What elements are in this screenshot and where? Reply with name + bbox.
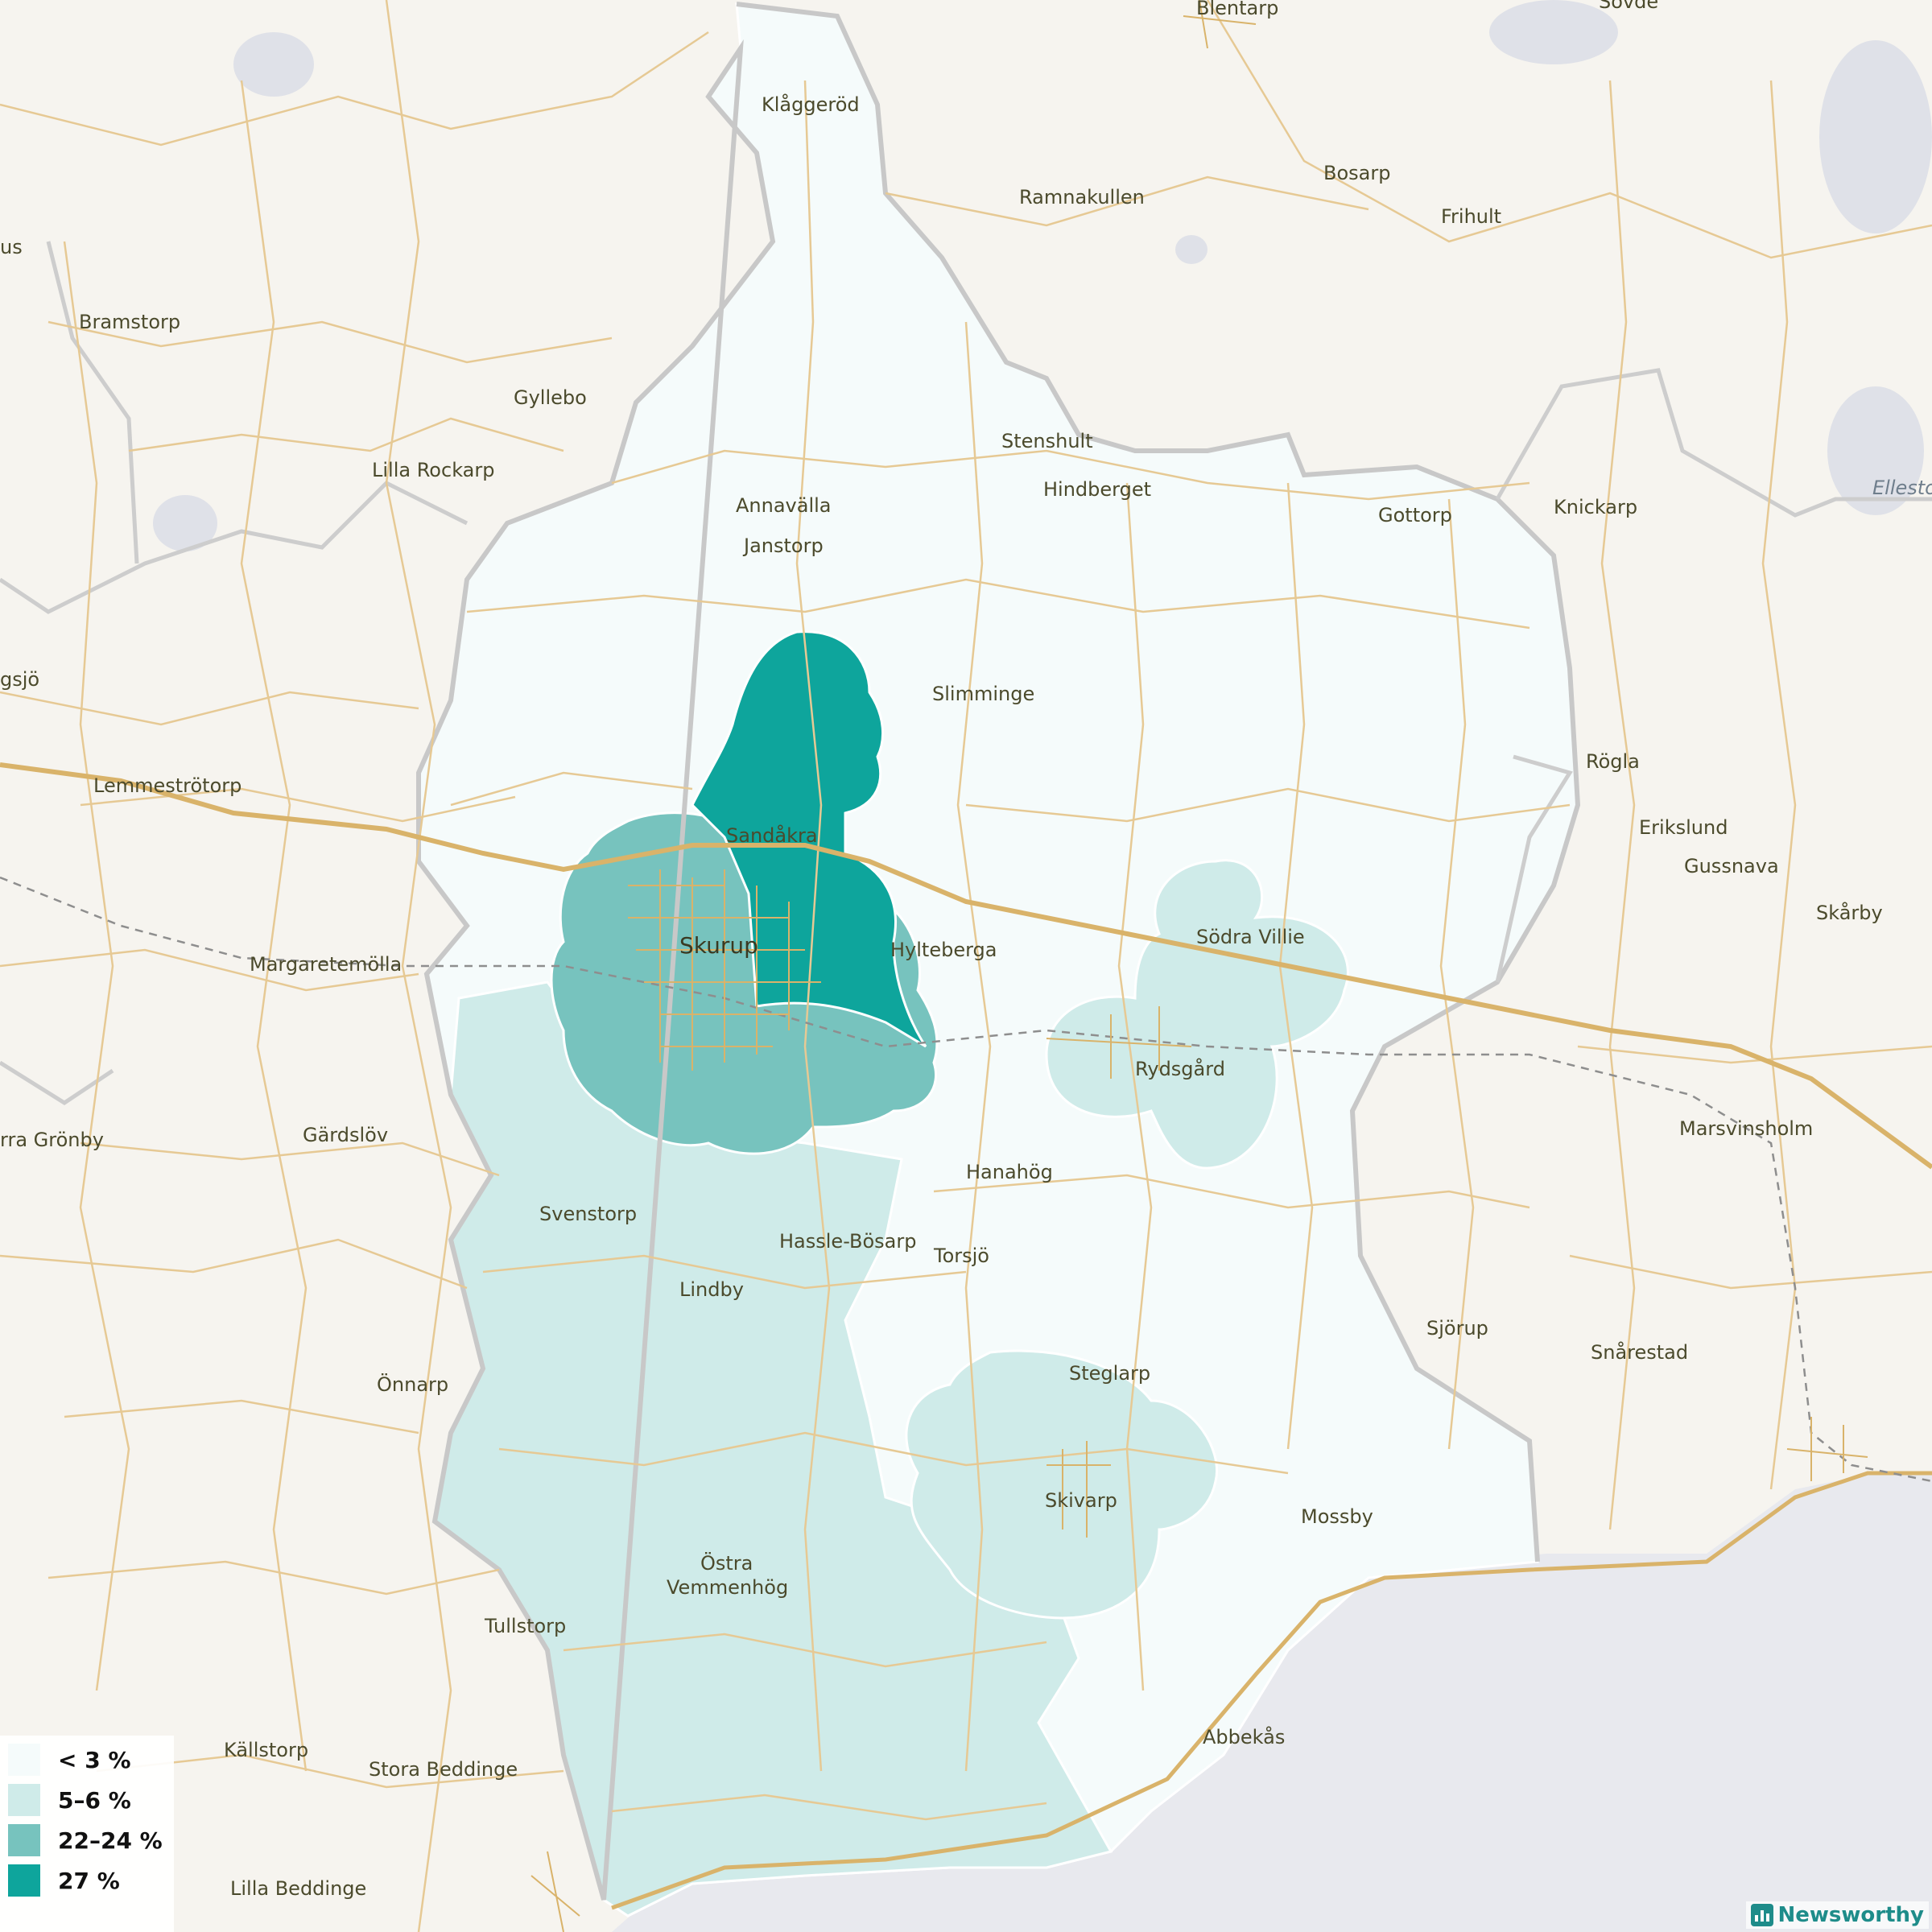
place-label: Källstorp — [224, 1739, 308, 1761]
legend-item: 27 % — [8, 1864, 169, 1897]
place-label: Annavälla — [736, 494, 832, 517]
place-label: Skurup — [679, 932, 758, 959]
place-label: Tullstorp — [484, 1615, 566, 1637]
place-label: Gussnava — [1684, 855, 1779, 877]
place-label: Bramstorp — [79, 311, 180, 333]
place-label: Abbekås — [1203, 1725, 1285, 1748]
place-label: Lilla Rockarp — [372, 459, 494, 481]
place-label: Gyllebo — [514, 386, 587, 409]
place-label: Stora Beddinge — [369, 1758, 518, 1781]
place-label: Ramnakullen — [1019, 186, 1145, 208]
place-label: Hylteberga — [890, 939, 997, 961]
legend-label: 27 % — [58, 1868, 120, 1894]
legend-item: 5–6 % — [8, 1784, 169, 1816]
place-label: Lindby — [679, 1278, 744, 1301]
brand-name: Newsworthy — [1777, 1903, 1924, 1927]
place-label: Steglarp — [1069, 1362, 1150, 1385]
legend-item: 22–24 % — [8, 1824, 169, 1856]
place-label: Östra — [700, 1551, 753, 1575]
place-label: Önnarp — [377, 1373, 448, 1396]
place-label: gsjö — [0, 668, 39, 691]
place-label: Rögla — [1586, 750, 1640, 773]
place-label: Ellesto — [1872, 477, 1932, 499]
legend-swatch — [8, 1784, 40, 1816]
legend-item: < 3 % — [8, 1744, 169, 1776]
map-canvas[interactable]: Blentarp Sövde Klåggeröd Ramnakullen Bos… — [0, 0, 1932, 1932]
place-label: Janstorp — [742, 535, 824, 557]
place-label: Margaretemölla — [250, 953, 402, 976]
place-label: Stenshult — [1001, 430, 1093, 452]
place-label: Klåggeröd — [762, 93, 860, 116]
place-label: Svenstorp — [539, 1203, 637, 1225]
place-label: Sjörup — [1426, 1317, 1488, 1340]
place-label: Bosarp — [1323, 162, 1390, 184]
place-label: Snårestad — [1591, 1340, 1688, 1364]
legend-swatch — [8, 1824, 40, 1856]
place-label: Sövde — [1599, 0, 1658, 13]
place-label: Blentarp — [1196, 0, 1278, 19]
place-label: Gottorp — [1378, 504, 1452, 526]
place-label: Erikslund — [1639, 816, 1728, 839]
bar-chart-icon — [1750, 1904, 1773, 1926]
place-label: Södra Villie — [1196, 926, 1305, 948]
newsworthy-logo[interactable]: Newsworthy — [1745, 1901, 1929, 1929]
place-label: Lilla Beddinge — [230, 1877, 366, 1900]
legend-swatch — [8, 1744, 40, 1776]
place-label: Frihult — [1441, 205, 1501, 228]
place-label: Sandåkra — [726, 824, 818, 847]
place-label: Skivarp — [1045, 1489, 1117, 1512]
legend-label: 22–24 % — [58, 1827, 163, 1854]
legend-label: < 3 % — [58, 1747, 131, 1773]
place-label: Vemmenhög — [667, 1576, 788, 1599]
place-label: Marsvinsholm — [1679, 1117, 1813, 1140]
place-label: us — [0, 236, 23, 258]
place-label: Hanahög — [966, 1161, 1053, 1183]
place-label: Lemmeströtorp — [93, 774, 242, 797]
legend-label: 5–6 % — [58, 1787, 131, 1814]
place-label: Gärdslöv — [303, 1124, 388, 1146]
place-label: rra Grönby — [0, 1129, 104, 1151]
place-label: Rydsgård — [1135, 1057, 1225, 1080]
legend-swatch — [8, 1864, 40, 1897]
place-label: Skårby — [1816, 901, 1883, 924]
place-label: Hassle-Bösarp — [779, 1230, 916, 1253]
place-label: Hindberget — [1043, 478, 1151, 501]
legend: < 3 % 5–6 % 22–24 % 27 % — [0, 1736, 174, 1932]
place-label: Mossby — [1301, 1505, 1373, 1528]
place-label: Torsjö — [933, 1245, 989, 1267]
place-label: Slimminge — [932, 683, 1034, 705]
place-label: Knickarp — [1554, 496, 1637, 518]
